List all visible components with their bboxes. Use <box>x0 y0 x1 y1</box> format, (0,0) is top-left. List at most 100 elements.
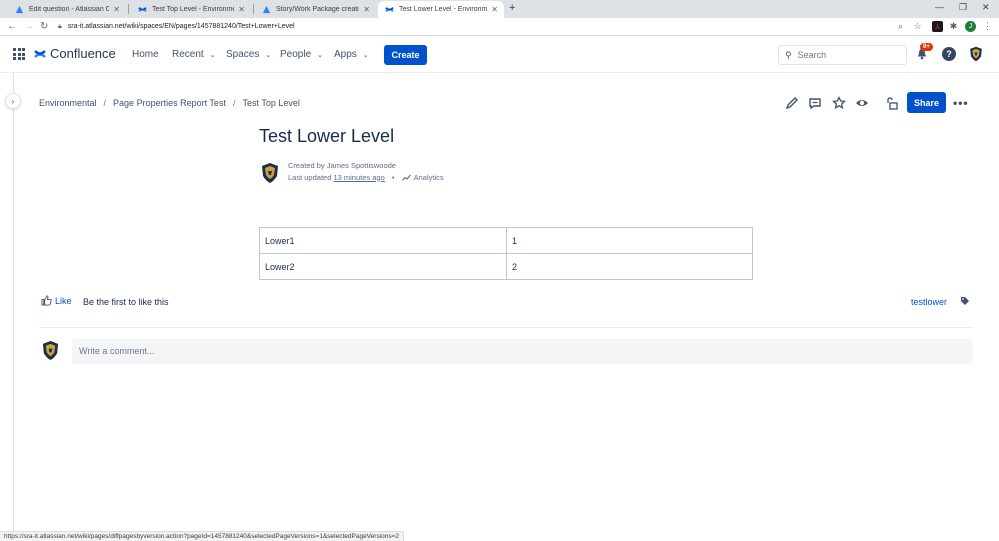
browser-tab-title: Test Lower Level - Environmenta <box>399 6 488 13</box>
browser-tab-title: Test Top Level - Environmental - <box>152 6 234 13</box>
pdf-extension-icon[interactable]: ⅄ <box>932 21 943 32</box>
page-metadata: Created by James Spottiswoode Last updat… <box>288 160 444 183</box>
last-updated-label: Last updated <box>288 172 332 182</box>
last-updated-link[interactable]: 13 minutes ago <box>333 173 384 182</box>
search-input[interactable]: ⚲ Search <box>778 45 907 65</box>
profile-avatar[interactable]: J <box>965 21 976 32</box>
chevron-down-icon: ⌄ <box>317 51 324 59</box>
browser-tab-active[interactable]: Test Lower Level - Environmenta ✕ <box>378 1 504 18</box>
search-icon: ⚲ <box>785 49 792 60</box>
nav-recent-label: Recent <box>172 49 204 60</box>
analytics-link[interactable]: Analytics <box>401 172 444 182</box>
nav-apps-label: Apps <box>334 49 357 60</box>
table-cell-key: Lower2 <box>259 253 507 280</box>
close-tab-icon[interactable]: ✕ <box>238 5 245 14</box>
chevron-down-icon: ⌄ <box>209 51 216 59</box>
sidebar-divider <box>13 73 14 531</box>
confluence-header: Confluence Home Recent ⌄ Spaces ⌄ People ⌄ … <box>0 37 999 73</box>
chevron-right-icon: › <box>11 96 15 106</box>
zoom-icon[interactable]: ⌕ <box>895 21 906 32</box>
confluence-icon <box>385 5 394 14</box>
table-row: Lower2 2 <box>259 253 753 280</box>
confluence-icon <box>138 5 147 14</box>
like-summary: Be the first to like this <box>83 297 169 307</box>
restrictions-lock-icon[interactable] <box>885 96 899 110</box>
tab-separator <box>128 4 129 14</box>
table-cell-value: 2 <box>506 253 753 280</box>
product-name: Confluence <box>50 46 116 61</box>
nav-recent[interactable]: Recent ⌄ <box>172 49 216 60</box>
comments-divider <box>39 327 973 328</box>
page-properties-table: Lower1 1 Lower2 2 <box>259 227 753 280</box>
back-icon[interactable]: ← <box>7 21 17 32</box>
star-icon[interactable] <box>832 96 846 110</box>
close-tab-icon[interactable]: ✕ <box>113 5 120 14</box>
nav-apps[interactable]: Apps ⌄ <box>334 49 369 60</box>
meta-separator: • <box>391 172 395 182</box>
close-tab-icon[interactable]: ✕ <box>491 5 498 14</box>
breadcrumb-item[interactable]: Page Properties Report Test <box>113 98 226 108</box>
breadcrumb-separator: / <box>103 98 107 108</box>
forward-icon[interactable]: → <box>24 21 34 32</box>
app-switcher-icon[interactable] <box>13 48 25 60</box>
extensions-puzzle-icon[interactable]: ✱ <box>948 21 959 32</box>
analytics-label: Analytics <box>413 172 444 182</box>
like-label: Like <box>55 295 72 306</box>
comment-input[interactable]: Write a comment... <box>72 339 973 364</box>
nav-home[interactable]: Home <box>132 49 159 60</box>
url-field[interactable]: 🔒︎ sra-it.atlassian.net/wiki/spaces/EN/pa… <box>58 20 880 34</box>
browser-tab[interactable]: Test Top Level - Environmental - ✕ <box>131 1 251 18</box>
like-button[interactable]: Like <box>41 295 72 306</box>
search-placeholder: Search <box>797 50 827 60</box>
browser-menu-icon[interactable]: ⋮ <box>982 21 993 32</box>
nav-home-label: Home <box>132 49 159 60</box>
commenter-avatar <box>42 341 59 360</box>
table-row: Lower1 1 <box>259 227 753 254</box>
last-updated-row: Last updated 13 minutes ago • Analytics <box>288 172 444 184</box>
nav-people-label: People <box>280 49 312 60</box>
nav-spaces-label: Spaces <box>226 49 260 60</box>
thumbs-up-icon <box>41 295 52 306</box>
breadcrumb: Environmental / Page Properties Report T… <box>39 98 300 108</box>
expand-sidebar-button[interactable]: › <box>5 93 21 109</box>
confluence-logo[interactable]: Confluence <box>34 46 116 61</box>
page-title: Test Lower Level <box>259 126 395 146</box>
edit-pencil-icon[interactable] <box>785 96 799 110</box>
window-close-icon[interactable]: ✕ <box>982 2 990 13</box>
atlassian-community-icon <box>15 5 24 14</box>
table-cell-value: 1 <box>506 227 753 254</box>
notification-badge: 9+ <box>920 43 933 51</box>
browser-tab[interactable]: Story/Work Package creation, ex ✕ <box>255 1 376 18</box>
new-tab-button[interactable]: + <box>509 2 515 14</box>
author-avatar[interactable] <box>260 162 280 184</box>
nav-people[interactable]: People ⌄ <box>280 49 323 60</box>
bookmark-star-icon[interactable]: ☆ <box>912 21 923 32</box>
comment-icon[interactable] <box>808 96 822 110</box>
watch-eye-icon[interactable] <box>855 96 869 110</box>
chevron-down-icon: ⌄ <box>362 51 369 59</box>
breadcrumb-separator: / <box>232 98 236 108</box>
user-avatar[interactable] <box>968 46 984 62</box>
page-label[interactable]: testlower <box>911 297 947 307</box>
close-tab-icon[interactable]: ✕ <box>363 5 370 14</box>
reload-icon[interactable]: ↻ <box>40 21 48 32</box>
link-status-bar: https://sra-it.atlassian.net/wiki/pages/… <box>0 531 405 541</box>
lock-icon: 🔒︎ <box>58 23 62 30</box>
minimize-icon[interactable]: — <box>935 2 944 12</box>
breadcrumb-item[interactable]: Environmental <box>39 98 97 108</box>
browser-tab[interactable]: Edit question - Atlassian Commu ✕ <box>8 1 126 18</box>
url-text: sra-it.atlassian.net/wiki/spaces/EN/page… <box>67 23 295 30</box>
more-actions-icon[interactable]: ••• <box>953 96 969 110</box>
browser-tab-title: Edit question - Atlassian Commu <box>29 6 110 13</box>
breadcrumb-item[interactable]: Test Top Level <box>242 98 299 108</box>
share-button[interactable]: Share <box>907 92 946 113</box>
help-icon[interactable]: ? <box>942 47 956 61</box>
nav-spaces[interactable]: Spaces ⌄ <box>226 49 271 60</box>
restore-icon[interactable]: ❐ <box>959 2 967 13</box>
browser-tab-strip: Edit question - Atlassian Commu ✕ Test T… <box>0 0 999 18</box>
create-button[interactable]: Create <box>384 45 427 65</box>
edit-labels-icon[interactable] <box>960 296 970 306</box>
atlassian-community-icon <box>262 5 271 14</box>
created-by: Created by James Spottiswoode <box>288 161 396 170</box>
analytics-chart-icon <box>401 174 411 181</box>
